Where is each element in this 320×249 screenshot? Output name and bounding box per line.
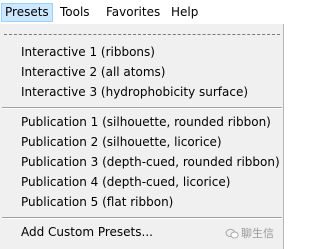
menu-item-publication-1[interactable]: Publication 1 (silhouette, rounded ribbo… — [21, 112, 271, 132]
watermark: 聊生信 — [225, 226, 274, 242]
menu-presets[interactable]: Presets — [1, 3, 53, 22]
menu-item-add-custom-presets[interactable]: Add Custom Presets... — [21, 222, 153, 242]
menu-tools[interactable]: Tools — [57, 3, 93, 22]
menu-item-publication-2[interactable]: Publication 2 (silhouette, licorice) — [21, 132, 222, 152]
menu-item-interactive-1[interactable]: Interactive 1 (ribbons) — [21, 42, 155, 62]
menu-separator — [2, 107, 282, 109]
watermark-text: 聊生信 — [241, 227, 274, 240]
menu-item-publication-5[interactable]: Publication 5 (flat ribbon) — [21, 192, 173, 212]
menu-presets-label: Presets — [5, 5, 49, 19]
menu-help[interactable]: Help — [168, 3, 201, 22]
menu-favorites-label: Favorites — [106, 5, 161, 19]
menu-tools-label: Tools — [60, 5, 90, 19]
presets-dropdown-menu: Interactive 1 (ribbons) Interactive 2 (a… — [0, 24, 284, 249]
tearoff-line[interactable] — [4, 34, 280, 35]
menu-help-label: Help — [171, 5, 199, 19]
chat-bubble-icon — [225, 228, 239, 240]
menu-item-interactive-2[interactable]: Interactive 2 (all atoms) — [21, 62, 165, 82]
menu-item-publication-3[interactable]: Publication 3 (depth-cued, rounded ribbo… — [21, 152, 280, 172]
menu-item-interactive-3[interactable]: Interactive 3 (hydrophobicity surface) — [21, 82, 248, 102]
menu-item-publication-4[interactable]: Publication 4 (depth-cued, licorice) — [21, 172, 230, 192]
menu-separator — [2, 217, 282, 219]
menu-favorites[interactable]: Favorites — [103, 3, 163, 22]
menu-bar: Presets Tools Favorites Help — [0, 0, 288, 24]
